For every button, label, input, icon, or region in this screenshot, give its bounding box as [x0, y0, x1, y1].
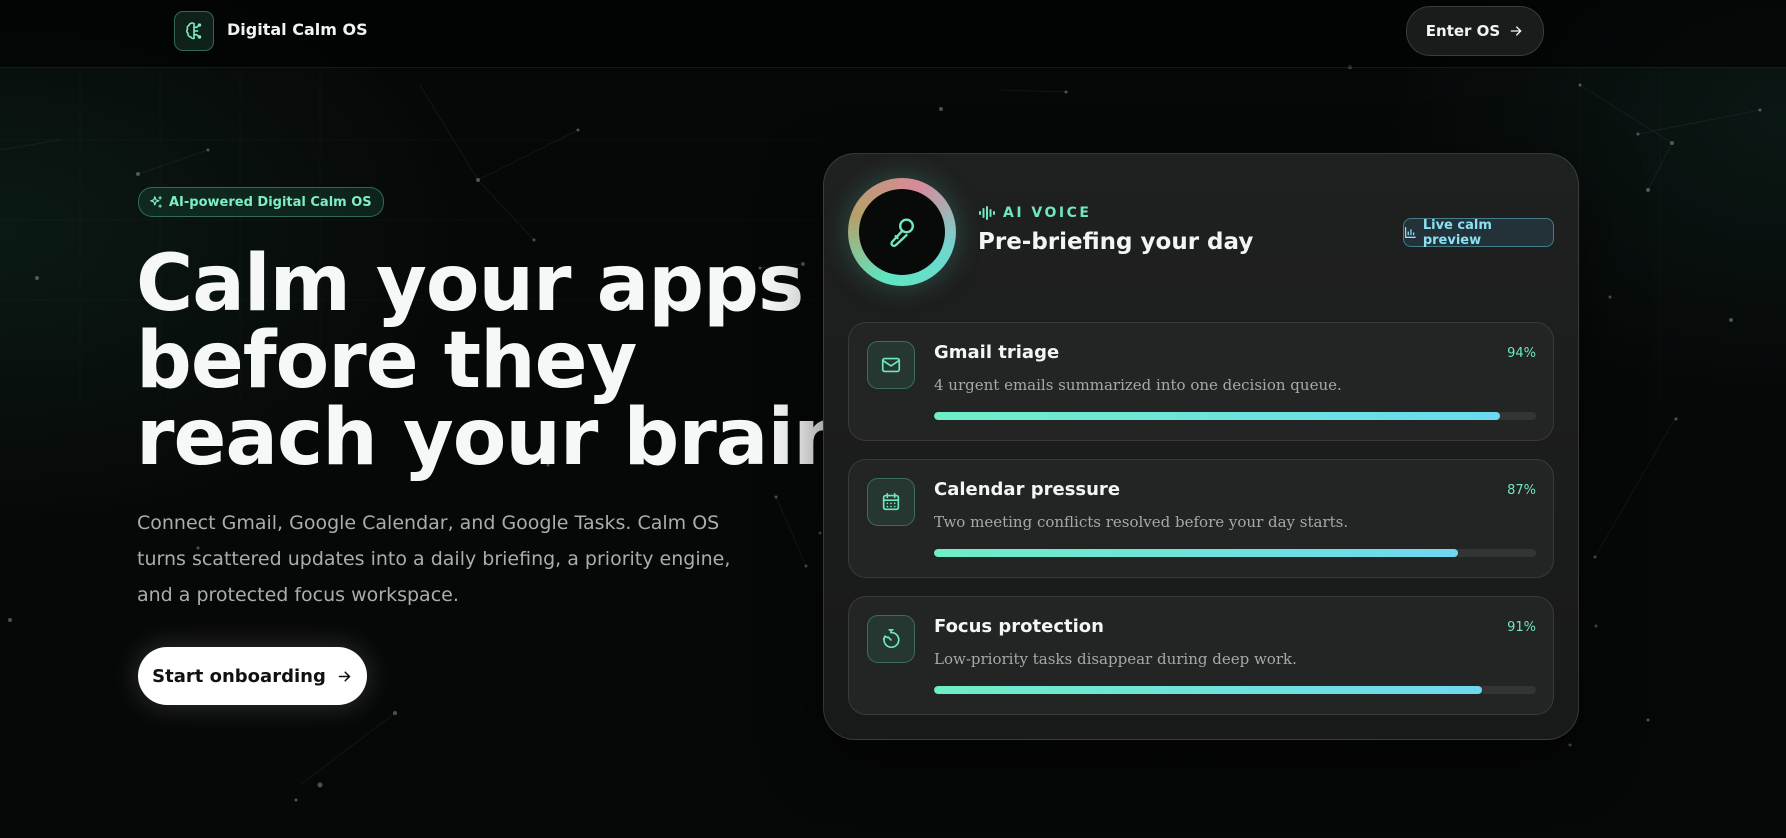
item-percent: 91%	[1507, 620, 1536, 635]
hero-title-line-1: Calm your apps	[136, 239, 804, 329]
item-progress-fill	[934, 686, 1482, 694]
hero-title: Calm your apps before they reach your br…	[136, 239, 877, 483]
item-percent: 87%	[1507, 483, 1536, 498]
hero-title-line-3: reach your brain.	[136, 393, 877, 483]
brand-name[interactable]: Digital Calm OS	[227, 20, 368, 39]
item-progress-fill	[934, 549, 1458, 557]
calendar-icon	[867, 478, 915, 526]
ai-voice-label: AI VOICE	[1003, 205, 1092, 221]
item-percent: 94%	[1507, 346, 1536, 361]
item-description: Two meeting conflicts resolved before yo…	[934, 513, 1349, 531]
voice-orb-inner	[859, 189, 945, 275]
briefing-title: Pre-briefing your day	[978, 229, 1254, 255]
item-progress-track	[934, 686, 1536, 694]
ai-voice-eyebrow: AI VOICE	[979, 205, 1091, 221]
enter-os-label: Enter OS	[1425, 22, 1501, 40]
bar-chart-icon	[1404, 227, 1416, 238]
audio-waveform-icon	[979, 206, 995, 220]
hero-title-line-2: before they	[136, 316, 637, 406]
item-title: Gmail triage	[934, 342, 1060, 363]
ai-badge: AI-powered Digital Calm OS	[138, 187, 384, 217]
item-progress-track	[934, 549, 1536, 557]
brain-logo-icon[interactable]	[174, 11, 214, 51]
item-description: 4 urgent emails summarized into one deci…	[934, 376, 1342, 394]
live-preview-label: Live calm preview	[1422, 217, 1492, 248]
sparkles-icon	[150, 196, 162, 208]
voice-orb[interactable]	[848, 178, 956, 286]
briefing-item-gmail[interactable]: Gmail triage 94% 4 urgent emails summari…	[848, 322, 1554, 441]
start-onboarding-label: Start onboarding	[152, 665, 326, 687]
mail-icon	[867, 341, 915, 389]
arrow-right-icon	[1510, 26, 1522, 36]
arrow-right-icon	[338, 670, 351, 682]
timer-icon	[867, 615, 915, 663]
hero-description: Connect Gmail, Google Calendar, and Goog…	[137, 512, 731, 606]
start-onboarding-button[interactable]: Start onboarding	[138, 647, 367, 705]
briefing-item-calendar[interactable]: Calendar pressure 87% Two meeting confli…	[848, 459, 1554, 578]
live-preview-badge[interactable]: Live calm preview	[1403, 217, 1554, 248]
top-nav: Digital Calm OS Enter OS	[0, 0, 1786, 68]
briefing-item-focus[interactable]: Focus protection 91% Low-priority tasks …	[848, 596, 1554, 715]
page: Digital Calm OS Enter OS AI-powered Digi…	[0, 0, 1786, 838]
microphone-icon	[890, 218, 914, 248]
item-progress-track	[934, 412, 1536, 420]
ai-badge-label: AI-powered Digital Calm OS	[169, 194, 372, 210]
item-title: Calendar pressure	[934, 479, 1121, 500]
item-description: Low-priority tasks disappear during deep…	[934, 650, 1297, 668]
item-progress-fill	[934, 412, 1500, 420]
item-title: Focus protection	[934, 616, 1104, 637]
enter-os-button[interactable]: Enter OS	[1406, 6, 1544, 56]
